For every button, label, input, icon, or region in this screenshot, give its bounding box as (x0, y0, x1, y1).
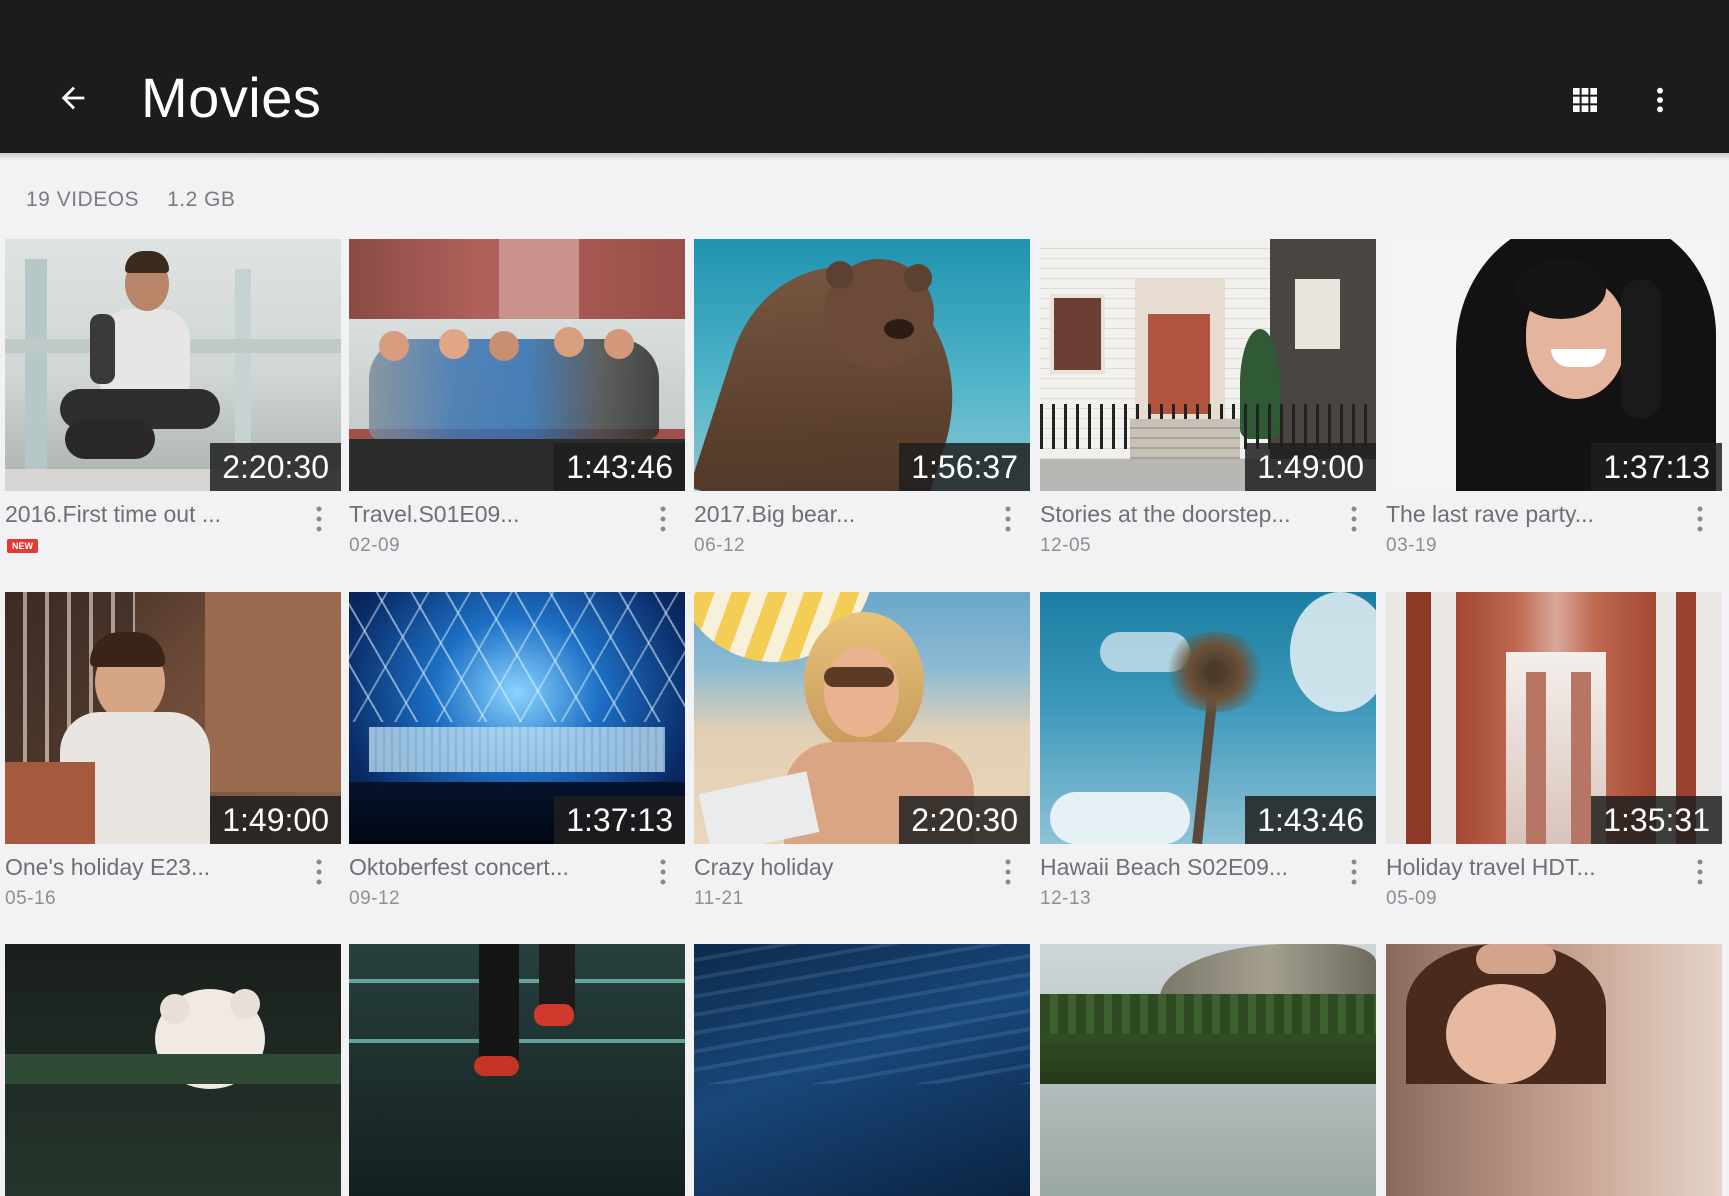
video-thumbnail[interactable]: 1:43:46 (1040, 592, 1376, 844)
video-card[interactable]: 1:56:37 2017.Big bear... 06-12 (694, 239, 1030, 573)
duration-label: 2:20:30 (899, 796, 1030, 844)
duration-label: 1:56:37 (899, 443, 1030, 491)
video-title: Stories at the doorstep... (1040, 501, 1291, 527)
new-badge: NEW (7, 539, 38, 553)
duration-label: 1:37:13 (554, 796, 685, 844)
duration-label: 1:35:31 (1591, 796, 1722, 844)
video-more-button[interactable] (651, 854, 675, 890)
video-card[interactable] (694, 944, 1030, 1196)
video-card[interactable] (349, 944, 685, 1196)
video-title: 2016.First time out ... (5, 501, 222, 527)
duration-label: 1:43:46 (554, 443, 685, 491)
more-vert-icon (660, 506, 666, 532)
video-title: Hawaii Beach S02E09... (1040, 854, 1289, 880)
video-thumbnail[interactable]: 2:20:30 (694, 592, 1030, 844)
video-thumbnail[interactable]: 1:37:13 (1386, 239, 1722, 491)
more-vert-icon (1697, 506, 1703, 532)
video-date: 06-12 (694, 535, 746, 556)
video-more-button[interactable] (307, 501, 331, 537)
duration-label: 1:49:00 (210, 796, 341, 844)
video-grid: 2:20:30 2016.First time out ... NEW 1:43… (0, 0, 1729, 1196)
video-thumbnail[interactable] (1386, 944, 1722, 1196)
duration-label: 1:49:00 (1245, 443, 1376, 491)
video-card[interactable]: 2:20:30 Crazy holiday 11-21 (694, 592, 1030, 926)
video-thumbnail[interactable]: 1:56:37 (694, 239, 1030, 491)
video-title: Oktoberfest concert... (349, 854, 569, 880)
video-title: Travel.S01E09... (349, 501, 520, 527)
video-date: 12-13 (1040, 888, 1092, 909)
video-card[interactable]: 1:49:00 Stories at the doorstep... 12-05 (1040, 239, 1376, 573)
video-more-button[interactable] (996, 854, 1020, 890)
video-thumbnail[interactable]: 2:20:30 (5, 239, 341, 491)
video-title: Crazy holiday (694, 854, 834, 880)
video-more-button[interactable] (1342, 501, 1366, 537)
duration-label: 1:37:13 (1591, 443, 1722, 491)
video-card[interactable]: 1:43:46 Travel.S01E09... 02-09 (349, 239, 685, 573)
more-vert-icon (660, 859, 666, 885)
video-card[interactable]: 1:49:00 One's holiday E23... 05-16 (5, 592, 341, 926)
more-vert-icon (1351, 859, 1357, 885)
duration-label: 2:20:30 (210, 443, 341, 491)
video-card[interactable]: 1:43:46 Hawaii Beach S02E09... 12-13 (1040, 592, 1376, 926)
video-card[interactable] (5, 944, 341, 1196)
video-date: 12-05 (1040, 535, 1092, 556)
video-more-button[interactable] (1688, 854, 1712, 890)
video-date: 02-09 (349, 535, 401, 556)
video-date: 09-12 (349, 888, 401, 909)
video-date: 11-21 (694, 888, 744, 909)
video-thumbnail[interactable]: 1:37:13 (349, 592, 685, 844)
video-thumbnail[interactable]: 1:35:31 (1386, 592, 1722, 844)
video-card[interactable]: 1:35:31 Holiday travel HDT... 05-09 (1386, 592, 1722, 926)
video-thumbnail[interactable]: 1:43:46 (349, 239, 685, 491)
video-thumbnail[interactable]: 1:49:00 (5, 592, 341, 844)
video-card[interactable]: 1:37:13 Oktoberfest concert... 09-12 (349, 592, 685, 926)
video-date: 05-09 (1386, 888, 1438, 909)
video-more-button[interactable] (1342, 854, 1366, 890)
video-more-button[interactable] (307, 854, 331, 890)
video-more-button[interactable] (651, 501, 675, 537)
video-thumbnail[interactable] (694, 944, 1030, 1196)
more-vert-icon (316, 506, 322, 532)
video-card[interactable]: 2:20:30 2016.First time out ... NEW (5, 239, 341, 573)
more-vert-icon (1005, 859, 1011, 885)
more-vert-icon (1005, 506, 1011, 532)
video-title: One's holiday E23... (5, 854, 211, 880)
video-date: 05-16 (5, 888, 57, 909)
video-thumbnail[interactable] (5, 944, 341, 1196)
video-card[interactable] (1040, 944, 1376, 1196)
video-card[interactable] (1386, 944, 1722, 1196)
more-vert-icon (1351, 506, 1357, 532)
more-vert-icon (1697, 859, 1703, 885)
video-title: Holiday travel HDT... (1386, 854, 1596, 880)
video-date: 03-19 (1386, 535, 1438, 556)
more-vert-icon (316, 859, 322, 885)
video-more-button[interactable] (1688, 501, 1712, 537)
video-title: The last rave party... (1386, 501, 1594, 527)
duration-label: 1:43:46 (1245, 796, 1376, 844)
video-card[interactable]: 1:37:13 The last rave party... 03-19 (1386, 239, 1722, 573)
video-more-button[interactable] (996, 501, 1020, 537)
video-title: 2017.Big bear... (694, 501, 856, 527)
video-thumbnail[interactable] (349, 944, 685, 1196)
video-thumbnail[interactable] (1040, 944, 1376, 1196)
video-thumbnail[interactable]: 1:49:00 (1040, 239, 1376, 491)
